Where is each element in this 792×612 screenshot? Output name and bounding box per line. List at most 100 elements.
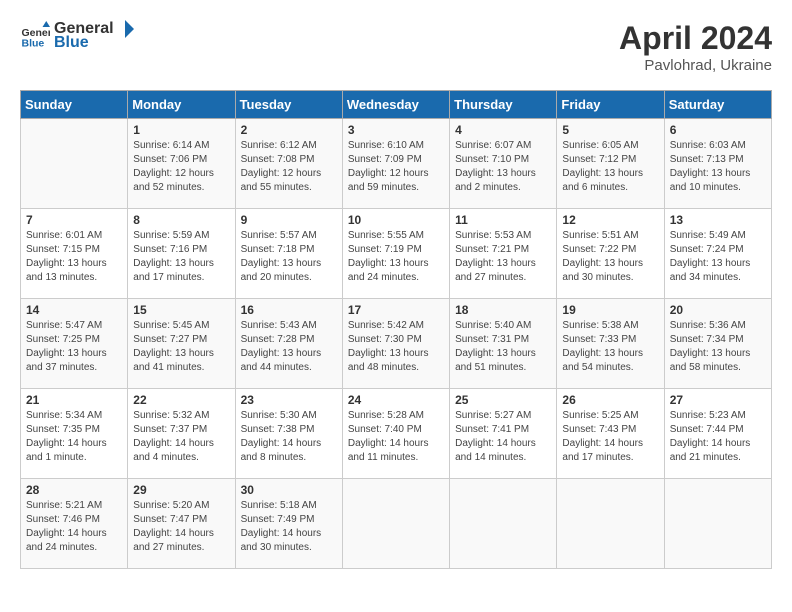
day-number: 17 xyxy=(348,303,444,317)
calendar-cell: 3 Sunrise: 6:10 AM Sunset: 7:09 PM Daylig… xyxy=(342,119,449,209)
calendar-cell: 22 Sunrise: 5:32 AM Sunset: 7:37 PM Dayli… xyxy=(128,389,235,479)
calendar-cell: 16 Sunrise: 5:43 AM Sunset: 7:28 PM Dayli… xyxy=(235,299,342,389)
day-number: 1 xyxy=(133,123,229,137)
day-number: 26 xyxy=(562,393,658,407)
header-monday: Monday xyxy=(128,91,235,119)
calendar-week-row: 21 Sunrise: 5:34 AM Sunset: 7:35 PM Dayli… xyxy=(21,389,772,479)
cell-info: Sunrise: 5:23 AM Sunset: 7:44 PM Dayligh… xyxy=(670,409,766,465)
calendar-cell: 10 Sunrise: 5:55 AM Sunset: 7:19 PM Dayli… xyxy=(342,209,449,299)
day-number: 29 xyxy=(133,483,229,497)
header-tuesday: Tuesday xyxy=(235,91,342,119)
month-title: April 2024 xyxy=(619,20,772,57)
calendar-cell: 24 Sunrise: 5:28 AM Sunset: 7:40 PM Dayli… xyxy=(342,389,449,479)
calendar-cell: 18 Sunrise: 5:40 AM Sunset: 7:31 PM Dayli… xyxy=(450,299,557,389)
cell-info: Sunrise: 6:10 AM Sunset: 7:09 PM Dayligh… xyxy=(348,139,444,195)
cell-info: Sunrise: 6:14 AM Sunset: 7:06 PM Dayligh… xyxy=(133,139,229,195)
cell-info: Sunrise: 5:47 AM Sunset: 7:25 PM Dayligh… xyxy=(26,319,122,375)
day-number: 20 xyxy=(670,303,766,317)
cell-info: Sunrise: 5:55 AM Sunset: 7:19 PM Dayligh… xyxy=(348,229,444,285)
cell-info: Sunrise: 5:59 AM Sunset: 7:16 PM Dayligh… xyxy=(133,229,229,285)
cell-info: Sunrise: 5:21 AM Sunset: 7:46 PM Dayligh… xyxy=(26,499,122,555)
calendar-cell: 30Sunrise: 5:18 AM Sunset: 7:49 PM Dayli… xyxy=(235,479,342,569)
calendar-cell xyxy=(450,479,557,569)
day-number: 8 xyxy=(133,213,229,227)
cell-info: Sunrise: 6:12 AM Sunset: 7:08 PM Dayligh… xyxy=(241,139,337,195)
cell-info: Sunrise: 5:30 AM Sunset: 7:38 PM Dayligh… xyxy=(241,409,337,465)
calendar-cell xyxy=(342,479,449,569)
day-number: 10 xyxy=(348,213,444,227)
day-number: 14 xyxy=(26,303,122,317)
calendar-cell: 23 Sunrise: 5:30 AM Sunset: 7:38 PM Dayli… xyxy=(235,389,342,479)
cell-info: Sunrise: 5:53 AM Sunset: 7:21 PM Dayligh… xyxy=(455,229,551,285)
day-number: 11 xyxy=(455,213,551,227)
calendar-cell: 29 Sunrise: 5:20 AM Sunset: 7:47 PM Dayli… xyxy=(128,479,235,569)
calendar-cell: 17Sunrise: 5:42 AM Sunset: 7:30 PM Dayli… xyxy=(342,299,449,389)
day-number: 4 xyxy=(455,123,551,137)
cell-info: Sunrise: 5:49 AM Sunset: 7:24 PM Dayligh… xyxy=(670,229,766,285)
cell-info: Sunrise: 6:01 AM Sunset: 7:15 PM Dayligh… xyxy=(26,229,122,285)
cell-info: Sunrise: 5:43 AM Sunset: 7:28 PM Dayligh… xyxy=(241,319,337,375)
calendar-cell: 15Sunrise: 5:45 AM Sunset: 7:27 PM Dayli… xyxy=(128,299,235,389)
calendar-cell: 2 Sunrise: 6:12 AM Sunset: 7:08 PM Daylig… xyxy=(235,119,342,209)
calendar-cell: 25 Sunrise: 5:27 AM Sunset: 7:41 PM Dayli… xyxy=(450,389,557,479)
day-number: 15 xyxy=(133,303,229,317)
cell-info: Sunrise: 6:03 AM Sunset: 7:13 PM Dayligh… xyxy=(670,139,766,195)
day-number: 30 xyxy=(241,483,337,497)
logo: General Blue General Blue xyxy=(20,20,134,52)
title-area: April 2024 Pavlohrad, Ukraine xyxy=(619,20,772,74)
cell-info: Sunrise: 6:05 AM Sunset: 7:12 PM Dayligh… xyxy=(562,139,658,195)
calendar-cell: 1 Sunrise: 6:14 AM Sunset: 7:06 PM Daylig… xyxy=(128,119,235,209)
logo-icon: General Blue xyxy=(20,21,50,51)
header-wednesday: Wednesday xyxy=(342,91,449,119)
day-number: 7 xyxy=(26,213,122,227)
day-number: 6 xyxy=(670,123,766,137)
day-number: 18 xyxy=(455,303,551,317)
cell-info: Sunrise: 5:28 AM Sunset: 7:40 PM Dayligh… xyxy=(348,409,444,465)
day-number: 21 xyxy=(26,393,122,407)
calendar-cell: 13 Sunrise: 5:49 AM Sunset: 7:24 PM Dayli… xyxy=(664,209,771,299)
day-number: 28 xyxy=(26,483,122,497)
cell-info: Sunrise: 6:07 AM Sunset: 7:10 PM Dayligh… xyxy=(455,139,551,195)
location-subtitle: Pavlohrad, Ukraine xyxy=(619,57,772,74)
calendar-cell: 28 Sunrise: 5:21 AM Sunset: 7:46 PM Dayli… xyxy=(21,479,128,569)
header-friday: Friday xyxy=(557,91,664,119)
cell-info: Sunrise: 5:20 AM Sunset: 7:47 PM Dayligh… xyxy=(133,499,229,555)
calendar-cell: 19 Sunrise: 5:38 AM Sunset: 7:33 PM Dayli… xyxy=(557,299,664,389)
day-number: 22 xyxy=(133,393,229,407)
cell-info: Sunrise: 5:36 AM Sunset: 7:34 PM Dayligh… xyxy=(670,319,766,375)
calendar-header-row: SundayMondayTuesdayWednesdayThursdayFrid… xyxy=(21,91,772,119)
cell-info: Sunrise: 5:27 AM Sunset: 7:41 PM Dayligh… xyxy=(455,409,551,465)
calendar-week-row: 14 Sunrise: 5:47 AM Sunset: 7:25 PM Dayli… xyxy=(21,299,772,389)
cell-info: Sunrise: 5:32 AM Sunset: 7:37 PM Dayligh… xyxy=(133,409,229,465)
cell-info: Sunrise: 5:40 AM Sunset: 7:31 PM Dayligh… xyxy=(455,319,551,375)
day-number: 23 xyxy=(241,393,337,407)
day-number: 2 xyxy=(241,123,337,137)
day-number: 16 xyxy=(241,303,337,317)
day-number: 12 xyxy=(562,213,658,227)
calendar-cell: 26Sunrise: 5:25 AM Sunset: 7:43 PM Dayli… xyxy=(557,389,664,479)
day-number: 25 xyxy=(455,393,551,407)
page-header: General Blue General Blue April 2024 Pav… xyxy=(20,20,772,74)
cell-info: Sunrise: 5:38 AM Sunset: 7:33 PM Dayligh… xyxy=(562,319,658,375)
day-number: 13 xyxy=(670,213,766,227)
calendar-cell: 9Sunrise: 5:57 AM Sunset: 7:18 PM Daylig… xyxy=(235,209,342,299)
day-number: 19 xyxy=(562,303,658,317)
header-sunday: Sunday xyxy=(21,91,128,119)
cell-info: Sunrise: 5:51 AM Sunset: 7:22 PM Dayligh… xyxy=(562,229,658,285)
calendar-cell: 8 Sunrise: 5:59 AM Sunset: 7:16 PM Daylig… xyxy=(128,209,235,299)
calendar-cell: 12 Sunrise: 5:51 AM Sunset: 7:22 PM Dayli… xyxy=(557,209,664,299)
calendar-week-row: 7 Sunrise: 6:01 AM Sunset: 7:15 PM Daylig… xyxy=(21,209,772,299)
day-number: 9 xyxy=(241,213,337,227)
day-number: 5 xyxy=(562,123,658,137)
calendar-week-row: 1 Sunrise: 6:14 AM Sunset: 7:06 PM Daylig… xyxy=(21,119,772,209)
calendar-cell: 7 Sunrise: 6:01 AM Sunset: 7:15 PM Daylig… xyxy=(21,209,128,299)
day-number: 3 xyxy=(348,123,444,137)
logo-arrow-icon xyxy=(116,20,134,38)
calendar-week-row: 28 Sunrise: 5:21 AM Sunset: 7:46 PM Dayli… xyxy=(21,479,772,569)
calendar-cell: 14 Sunrise: 5:47 AM Sunset: 7:25 PM Dayli… xyxy=(21,299,128,389)
calendar-table: SundayMondayTuesdayWednesdayThursdayFrid… xyxy=(20,90,772,569)
header-thursday: Thursday xyxy=(450,91,557,119)
day-number: 24 xyxy=(348,393,444,407)
cell-info: Sunrise: 5:34 AM Sunset: 7:35 PM Dayligh… xyxy=(26,409,122,465)
svg-text:Blue: Blue xyxy=(22,38,45,50)
